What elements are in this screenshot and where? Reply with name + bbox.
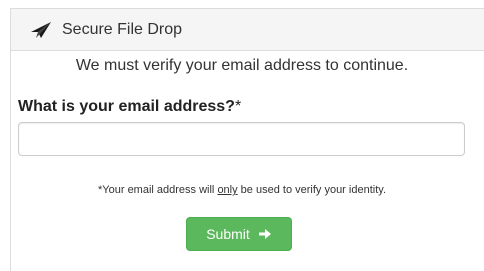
panel-title: Secure File Drop xyxy=(62,20,183,38)
privacy-note-end: be used to verify your identity. xyxy=(237,184,386,196)
required-marker: * xyxy=(234,98,242,115)
verify-instructions: We must verify your email address to con… xyxy=(75,57,409,74)
email-question-label: What is your email address?* xyxy=(18,98,241,116)
panel-header: Secure File Drop xyxy=(11,9,484,51)
email-question-text: What is your email address? xyxy=(18,98,235,115)
submit-button[interactable]: Submit xyxy=(186,217,292,251)
arrow-right-icon xyxy=(258,228,272,240)
privacy-note-emphasis: only xyxy=(217,184,238,196)
email-input[interactable] xyxy=(18,122,465,156)
privacy-note: *Your email address will only be used to… xyxy=(0,184,484,196)
privacy-note-start: *Your email address will xyxy=(98,184,218,196)
paper-plane-icon xyxy=(30,21,52,39)
submit-label: Submit xyxy=(206,226,250,242)
